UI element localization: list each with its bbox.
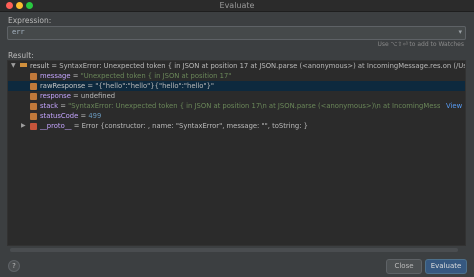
horizontal-scrollbar[interactable]: [10, 248, 458, 252]
field-icon: [30, 93, 37, 100]
expand-arrow-icon[interactable]: ▶: [21, 121, 26, 131]
chevron-down-icon[interactable]: ▾: [458, 28, 462, 36]
expression-input[interactable]: err ▾: [7, 26, 466, 40]
tree-row-value: 499: [88, 112, 102, 120]
expand-arrow-icon[interactable]: ▼: [11, 61, 16, 71]
tree-row-name: response: [40, 92, 71, 100]
tree-row-result[interactable]: ▼ result = SyntaxError: Unexpected token…: [8, 61, 465, 71]
tree-row-value: Error {constructor: , name: "SyntaxError…: [81, 122, 308, 130]
tree-row-value: "Unexpected token { in JSON at position …: [80, 72, 232, 80]
prototype-icon: [30, 123, 37, 130]
help-button[interactable]: ?: [8, 260, 20, 272]
tree-row-message[interactable]: message = "Unexpected token { in JSON at…: [8, 71, 465, 81]
tree-row-response[interactable]: response = undefined: [8, 91, 465, 101]
field-icon: [30, 83, 37, 90]
tree-row-proto[interactable]: ▶ __proto__ = Error {constructor: , name…: [8, 121, 465, 131]
field-icon: [30, 103, 37, 110]
watches-hint: Use ⌥⇧⏎ to add to Watches: [377, 41, 464, 48]
tree-row-name: message: [40, 72, 71, 80]
tree-row-value: "{"hello":"hello"}{"hello":"hello"}": [95, 82, 215, 90]
window-title: Evaluate: [219, 1, 255, 10]
tree-row-stack[interactable]: stack = "SyntaxError: Unexpected token {…: [8, 101, 465, 111]
title-bar: Evaluate: [0, 0, 474, 12]
evaluate-button[interactable]: Evaluate: [425, 259, 467, 274]
evaluate-dialog: Evaluate Expression: err ▾ Use ⌥⇧⏎ to ad…: [0, 0, 474, 277]
view-link[interactable]: View: [446, 101, 462, 111]
tree-row-name: statusCode: [40, 112, 79, 120]
field-icon: [30, 113, 37, 120]
tree-row-value: SyntaxError: Unexpected token { in JSON …: [59, 62, 466, 70]
tree-row-name: stack: [40, 102, 59, 110]
object-icon: [20, 63, 27, 67]
expression-value: err: [12, 28, 25, 36]
tree-row-name: rawResponse: [40, 82, 86, 90]
tree-row-name: __proto__: [40, 122, 72, 130]
tree-row-statuscode[interactable]: statusCode = 499: [8, 111, 465, 121]
tree-row-value: undefined: [80, 92, 116, 100]
tree-row-value: "SyntaxError: Unexpected token { in JSON…: [68, 102, 440, 110]
tree-row-rawresponse[interactable]: rawResponse = "{"hello":"hello"}{"hello"…: [8, 81, 465, 91]
result-tree[interactable]: ▼ result = SyntaxError: Unexpected token…: [7, 60, 466, 246]
expression-label: Expression:: [8, 16, 52, 25]
result-label: Result:: [8, 51, 34, 60]
tree-row-name: result: [30, 62, 50, 70]
close-button[interactable]: Close: [386, 259, 422, 274]
field-icon: [30, 73, 37, 80]
